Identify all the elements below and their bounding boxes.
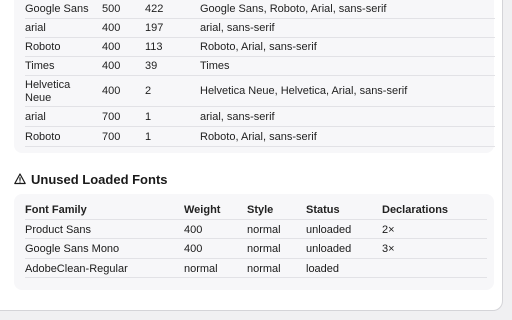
status-cell: unloaded	[306, 223, 352, 236]
font-family-cell: Roboto	[25, 131, 61, 143]
count-cell: 2	[145, 85, 152, 97]
table-row: Helvetica Neue 400 2 Helvetica Neue, Hel…	[25, 76, 495, 107]
font-stack-cell: Google Sans, Roboto, Arial, sans-serif	[200, 3, 387, 15]
table-row: arial 400 197 arial, sans-serif	[25, 19, 495, 38]
font-family-cell: Times	[25, 60, 55, 72]
column-header: Weight	[184, 204, 221, 216]
font-stack-cell: Times	[200, 60, 230, 72]
weight-cell: 700	[102, 111, 121, 123]
style-cell: normal	[247, 223, 281, 236]
font-family-cell: arial	[25, 22, 46, 34]
font-family-cell: Google Sans Mono	[25, 243, 120, 255]
style-cell: normal	[247, 243, 281, 255]
column-header: Declarations	[382, 204, 449, 216]
font-stack-cell: Roboto, Arial, sans-serif	[200, 41, 317, 53]
font-family-cell: Roboto	[25, 41, 61, 53]
status-cell: loaded	[306, 262, 340, 275]
font-family-cell: Google Sans	[25, 3, 89, 15]
weight-cell: 400	[102, 41, 121, 53]
table-row: arial 700 1 arial, sans-serif	[25, 107, 495, 127]
declarations-cell: 2×	[382, 223, 395, 236]
font-family-cell: AdobeClean-Regular	[25, 262, 128, 275]
warning-icon	[14, 173, 26, 185]
table-row: Google Sans Mono 400 normal unloaded 3×	[25, 239, 487, 259]
table-row: AdobeClean-Regular normal normal loaded	[25, 259, 487, 278]
used-fonts-table: Google Sans 500 422 Google Sans, Roboto,…	[25, 0, 495, 147]
weight-cell: 700	[102, 131, 121, 143]
table-row: Roboto 400 113 Roboto, Arial, sans-serif	[25, 38, 495, 57]
status-cell: unloaded	[306, 243, 352, 255]
font-stack-cell: arial, sans-serif	[200, 111, 275, 123]
column-header: Status	[306, 204, 340, 216]
weight-cell: 400	[184, 223, 203, 236]
column-header: Style	[247, 204, 274, 216]
table-row: Google Sans 500 422 Google Sans, Roboto,…	[25, 0, 495, 19]
count-cell: 113	[145, 41, 163, 53]
weight-cell: normal	[184, 262, 218, 275]
table-header-row: Font Family Weight Style Status Declarat…	[25, 200, 487, 220]
weight-cell: 400	[102, 22, 121, 34]
unused-fonts-table: Font Family Weight Style Status Declarat…	[25, 200, 487, 278]
count-cell: 197	[145, 22, 164, 34]
font-family-cell: arial	[25, 111, 46, 123]
section-title: Unused Loaded Fonts	[31, 171, 168, 187]
table-row: Roboto 700 1 Roboto, Arial, sans-serif	[25, 127, 495, 147]
unused-fonts-heading: Unused Loaded Fonts	[14, 170, 168, 188]
font-stack-cell: arial, sans-serif	[200, 22, 275, 34]
fonts-report-panel: Google Sans 500 422 Google Sans, Roboto,…	[0, 0, 503, 311]
weight-cell: 400	[184, 243, 203, 255]
count-cell: 1	[145, 131, 152, 143]
font-stack-cell: Helvetica Neue, Helvetica, Arial, sans-s…	[200, 85, 408, 97]
table-row: Times 400 39 Times	[25, 57, 495, 76]
weight-cell: 400	[102, 85, 121, 97]
font-family-cell: Helvetica Neue	[25, 79, 71, 104]
weight-cell: 400	[102, 60, 121, 72]
weight-cell: 500	[102, 3, 121, 15]
count-cell: 1	[145, 111, 152, 123]
count-cell: 422	[145, 3, 164, 15]
table-row: Product Sans 400 normal unloaded 2×	[25, 220, 487, 239]
count-cell: 39	[145, 60, 158, 72]
declarations-cell: 3×	[382, 243, 395, 255]
font-stack-cell: Roboto, Arial, sans-serif	[200, 131, 317, 143]
font-family-cell: Product Sans	[25, 223, 92, 236]
column-header: Font Family	[25, 204, 87, 216]
style-cell: normal	[247, 262, 281, 275]
